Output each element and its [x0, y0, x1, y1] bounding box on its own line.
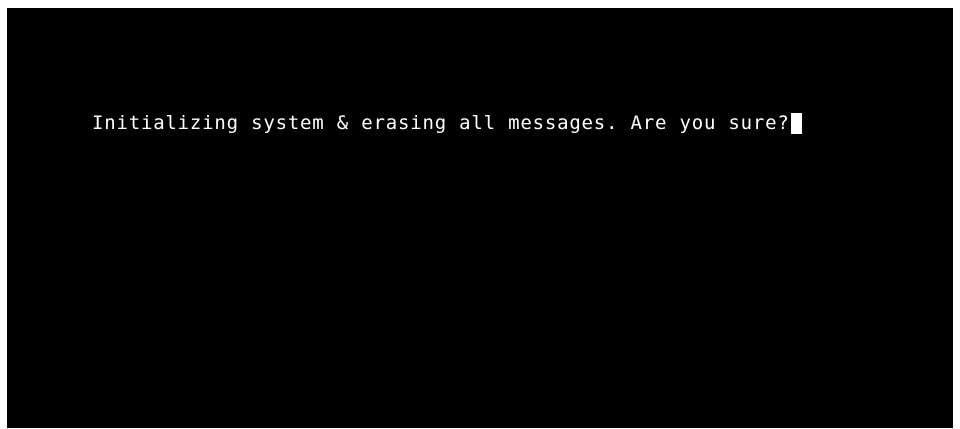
text-cursor: [790, 113, 802, 134]
prompt-text: Initializing system & erasing all messag…: [92, 112, 790, 134]
terminal-screen[interactable]: Initializing system & erasing all messag…: [7, 8, 953, 428]
confirmation-prompt: Initializing system & erasing all messag…: [92, 110, 802, 136]
